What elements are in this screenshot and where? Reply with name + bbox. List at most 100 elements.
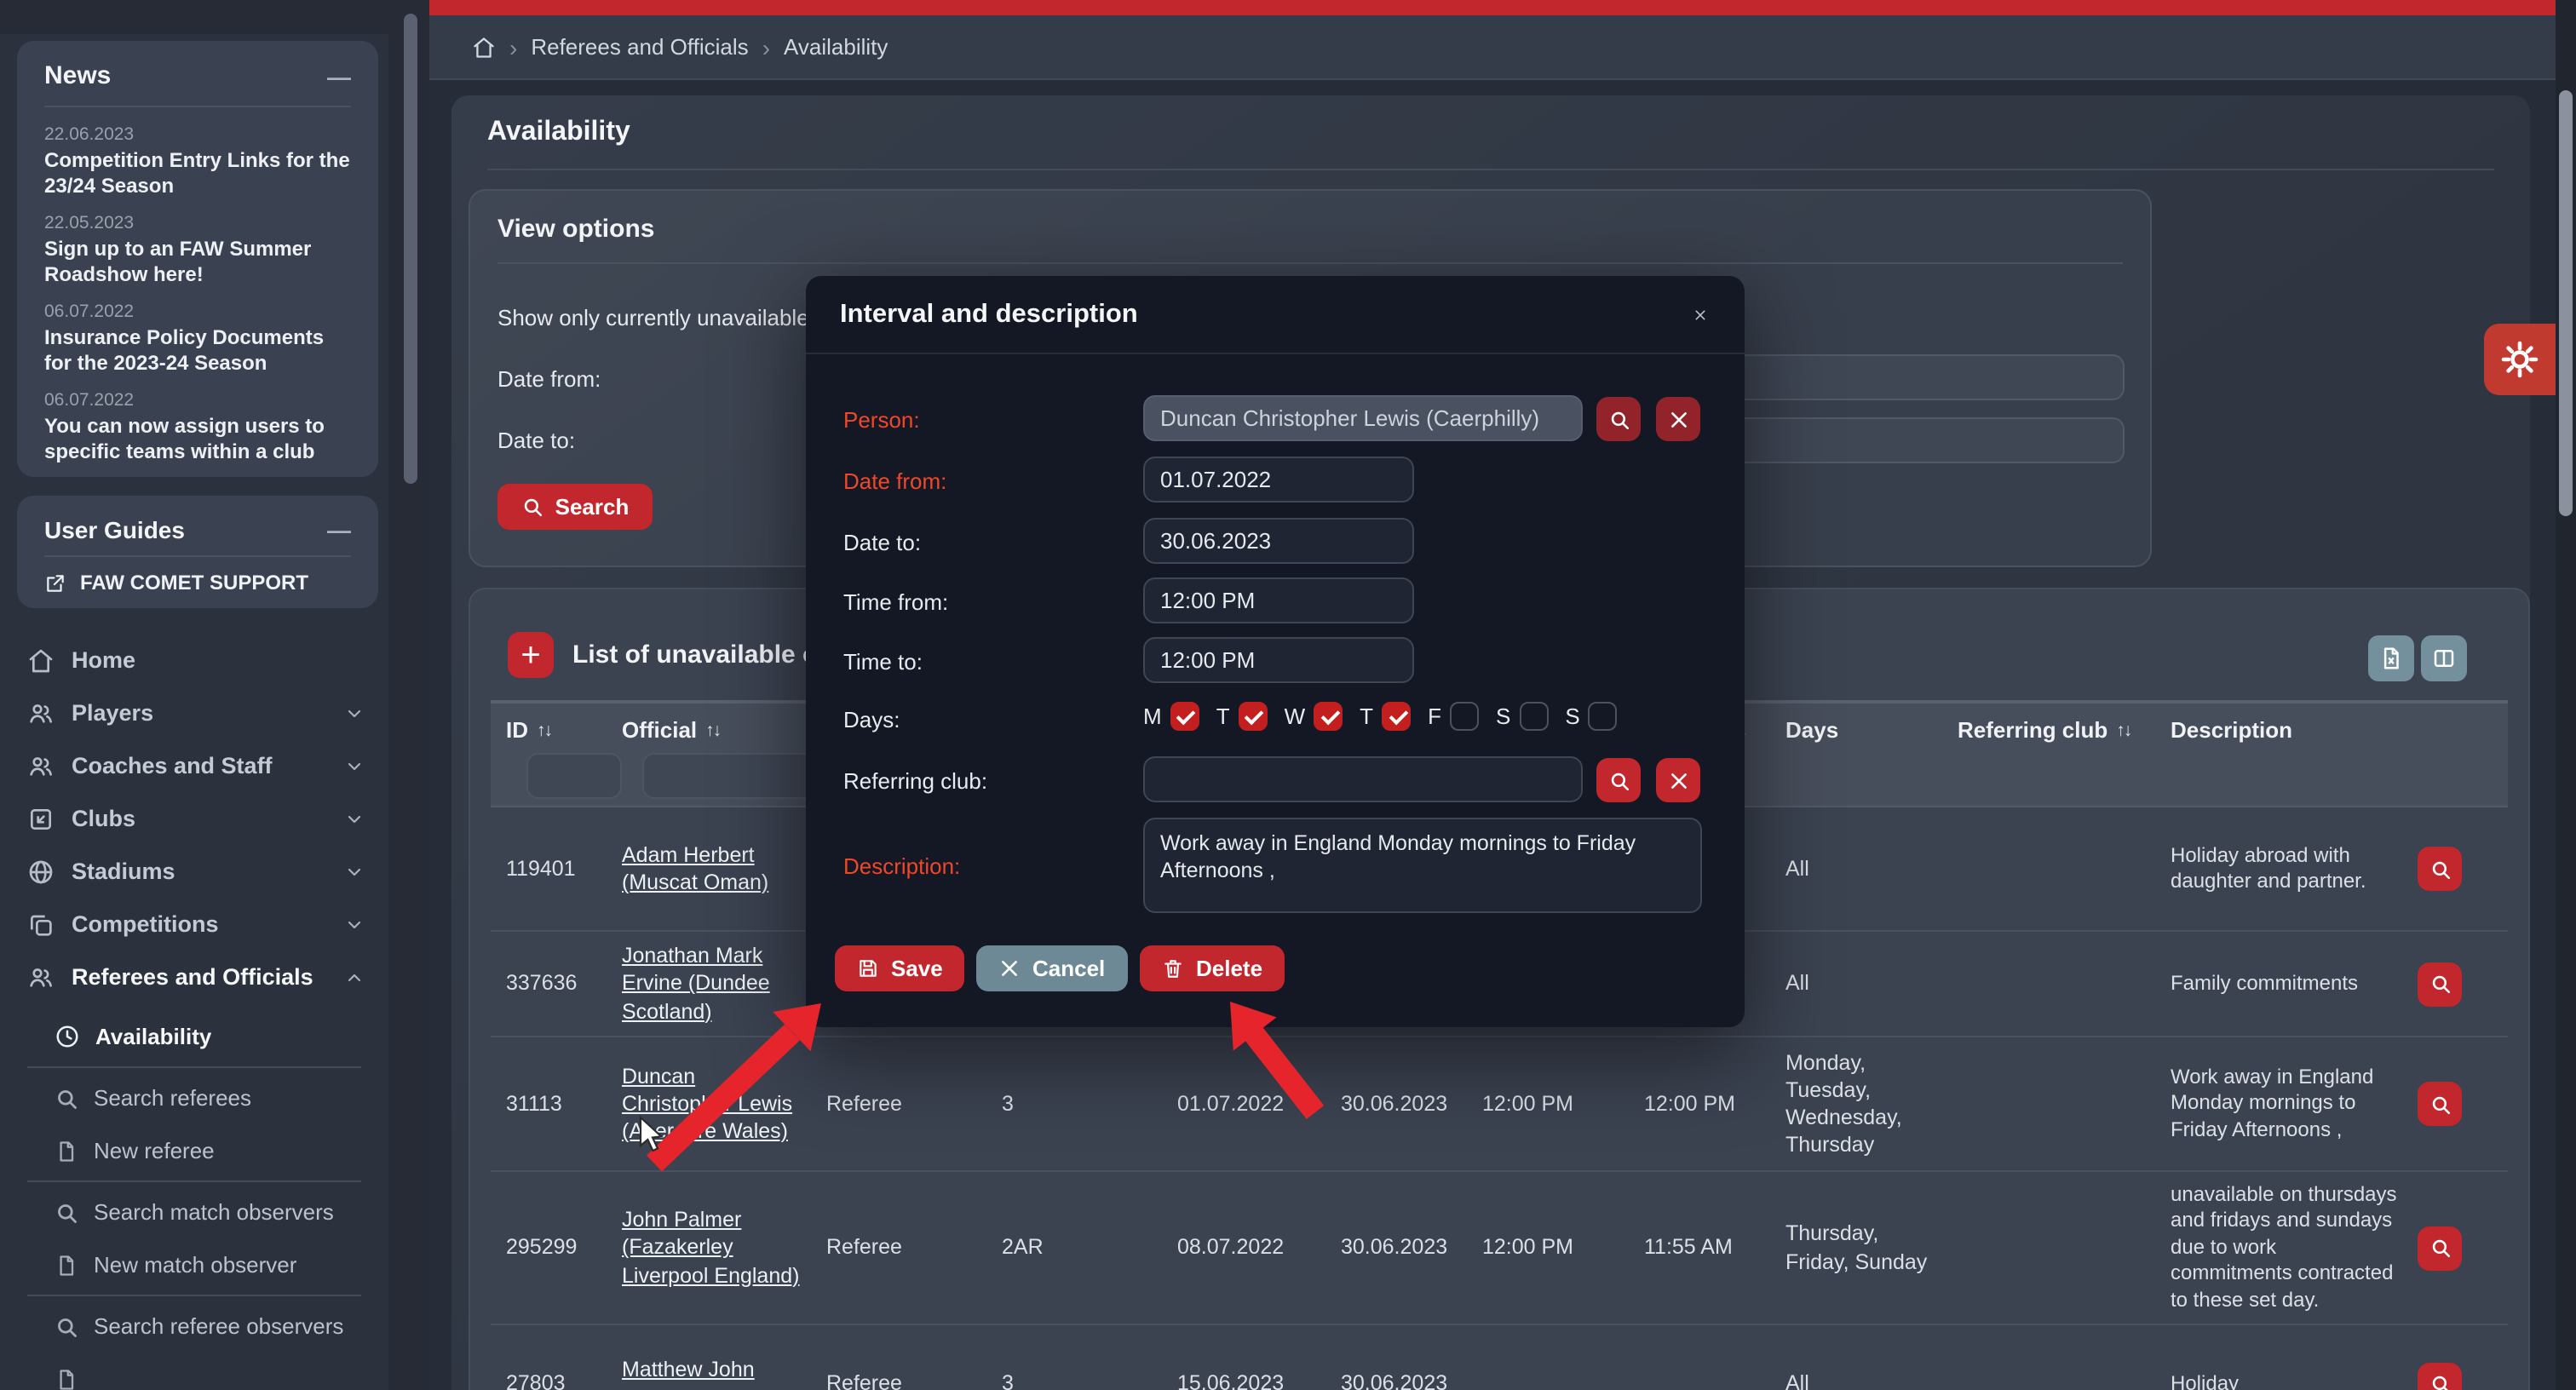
col-header-referring-club[interactable]: Referring club xyxy=(1958,704,2171,806)
sidebar-nav: Home Players Coaches and Staff Clubs Sta… xyxy=(0,634,388,1003)
modal-header: Interval and description xyxy=(806,276,1745,354)
collapse-icon[interactable] xyxy=(327,62,351,89)
row-view-button[interactable] xyxy=(2418,1362,2462,1390)
save-button[interactable]: Save xyxy=(835,945,965,991)
day-checkbox-tuesday[interactable] xyxy=(1239,702,1268,731)
news-item[interactable]: 22.05.2023 Sign up to an FAW Summer Road… xyxy=(44,213,351,288)
cell-id: 27803 xyxy=(491,1325,622,1390)
document-icon xyxy=(55,1367,78,1390)
news-item[interactable]: 06.07.2022 Insurance Policy Documents fo… xyxy=(44,302,351,376)
person-search-button[interactable] xyxy=(1596,397,1641,441)
row-view-button[interactable] xyxy=(2418,1082,2462,1126)
time-from-input[interactable] xyxy=(1143,577,1414,623)
search-button[interactable]: Search xyxy=(497,484,653,530)
official-link[interactable]: Duncan Christopher Lewis (Aberdare Wales… xyxy=(622,1062,809,1146)
sidebar-item-stadiums[interactable]: Stadiums xyxy=(0,845,388,898)
day-checkbox-sunday[interactable] xyxy=(1589,702,1618,731)
search-icon xyxy=(55,1314,78,1338)
news-item[interactable]: 06.07.2022 You can now assign users to s… xyxy=(44,390,351,465)
official-link[interactable]: Jonathan Mark Ervine (Dundee Scotland) xyxy=(622,942,809,1025)
sidebar-subitem-new-match-observer[interactable]: New match observer xyxy=(0,1238,388,1291)
divider xyxy=(497,262,2123,264)
official-link[interactable]: John Palmer (Fazakerley Liverpool Englan… xyxy=(622,1206,809,1289)
delete-button[interactable]: Delete xyxy=(1140,945,1285,991)
breadcrumb-item[interactable]: Availability xyxy=(784,34,888,60)
breadcrumb-item[interactable]: Referees and Officials xyxy=(531,34,748,60)
description-textarea[interactable]: Work away in England Monday mornings to … xyxy=(1143,818,1702,913)
cell-date-from: 15.06.2023 xyxy=(1177,1325,1341,1390)
sidebar-subitem-partial[interactable] xyxy=(0,1353,388,1390)
person-input xyxy=(1143,395,1583,441)
cell-days: Monday, Tuesday, Wednesday, Thursday xyxy=(1785,1037,1958,1170)
search-icon xyxy=(55,1200,78,1224)
news-item[interactable]: 22.06.2023 Competition Entry Links for t… xyxy=(44,124,351,199)
news-title: News xyxy=(44,61,111,90)
cell-referring-club xyxy=(1958,932,2171,1036)
page-title: Availability xyxy=(487,118,630,148)
row-view-button[interactable] xyxy=(2418,847,2462,891)
official-link[interactable]: Matthew John (Neath Wales) xyxy=(622,1357,809,1390)
add-interval-button[interactable]: + xyxy=(508,632,554,678)
faw-comet-support-link[interactable]: FAW COMET SUPPORT xyxy=(44,571,351,594)
sidebar-item-coaches[interactable]: Coaches and Staff xyxy=(0,739,388,792)
x-icon xyxy=(1667,408,1689,430)
search-icon xyxy=(521,496,543,518)
close-icon[interactable] xyxy=(1683,298,1717,332)
page-scrollbar-thumb[interactable] xyxy=(2559,90,2573,516)
cancel-button[interactable]: Cancel xyxy=(976,945,1127,991)
columns-button[interactable] xyxy=(2421,635,2467,681)
sidebar-item-clubs[interactable]: Clubs xyxy=(0,792,388,845)
date-from-label: Date from: xyxy=(843,468,946,494)
date-from-label: Date from: xyxy=(497,366,601,392)
official-link[interactable]: Adam Herbert (Muscat Oman) xyxy=(622,841,809,897)
sidebar-item-competitions[interactable]: Competitions xyxy=(0,898,388,951)
sidebar-item-referees[interactable]: Referees and Officials xyxy=(0,951,388,1003)
cell-time-from: 12:00 PM xyxy=(1482,1172,1644,1324)
time-to-input[interactable] xyxy=(1143,637,1414,683)
search-icon xyxy=(2429,1373,2451,1390)
sidebar-subitem-search-referees[interactable]: Search referees xyxy=(0,1071,388,1124)
sidebar-subitem-search-referee-observers[interactable]: Search referee observers xyxy=(0,1300,388,1353)
referring-club-search-button[interactable] xyxy=(1596,758,1641,802)
referring-club-clear-button[interactable] xyxy=(1656,758,1700,802)
save-icon xyxy=(857,957,879,979)
divider xyxy=(44,106,351,107)
news-date: 22.05.2023 xyxy=(44,213,351,233)
export-excel-button[interactable] xyxy=(2368,635,2414,681)
settings-button[interactable] xyxy=(2484,324,2556,395)
divider xyxy=(27,1066,361,1068)
sidebar-item-players[interactable]: Players xyxy=(0,686,388,739)
date-to-input[interactable] xyxy=(1143,518,1414,564)
cell-id: 337636 xyxy=(491,932,622,1036)
search-icon xyxy=(1607,408,1630,430)
sidebar-scrollbar-thumb[interactable] xyxy=(404,14,417,484)
row-view-button[interactable] xyxy=(2418,1226,2462,1270)
home-icon[interactable] xyxy=(472,35,496,59)
cell-days: All xyxy=(1785,1325,1958,1390)
day-checkbox-wednesday[interactable] xyxy=(1314,702,1343,731)
referring-club-input[interactable] xyxy=(1143,756,1583,802)
sidebar-subitem-availability[interactable]: Availability xyxy=(0,1010,388,1063)
official-filter-input[interactable] xyxy=(642,753,819,799)
time-to-label: Time to: xyxy=(843,649,923,675)
day-checkbox-thursday[interactable] xyxy=(1382,702,1411,731)
sidebar-subitem-new-referee[interactable]: New referee xyxy=(0,1124,388,1177)
cell-description: Work away in England Monday mornings to … xyxy=(2171,1037,2418,1170)
day-checkbox-monday[interactable] xyxy=(1170,702,1199,731)
breadcrumb-separator xyxy=(509,33,517,60)
day-checkbox-saturday[interactable] xyxy=(1519,702,1548,731)
date-from-input[interactable] xyxy=(1143,457,1414,503)
id-filter-input[interactable] xyxy=(526,753,622,799)
person-clear-button[interactable] xyxy=(1656,397,1700,441)
cell-days: Thursday, Friday, Sunday xyxy=(1785,1172,1958,1324)
sidebar-item-home[interactable]: Home xyxy=(0,634,388,686)
sidebar-subitem-search-match-observers[interactable]: Search match observers xyxy=(0,1186,388,1238)
cell-category: 2AR xyxy=(1002,1172,1177,1324)
day-checkbox-friday[interactable] xyxy=(1450,702,1479,731)
home-icon xyxy=(27,646,55,674)
cell-official: Jonathan Mark Ervine (Dundee Scotland) xyxy=(622,932,826,1036)
row-view-button[interactable] xyxy=(2418,962,2462,1006)
user-guides-title: User Guides xyxy=(44,516,185,543)
collapse-icon[interactable] xyxy=(327,516,351,543)
cell-official: Adam Herbert (Muscat Oman) xyxy=(622,807,826,930)
